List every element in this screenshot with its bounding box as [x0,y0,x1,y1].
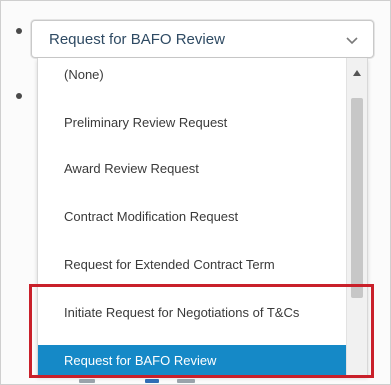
combobox-selected-value: Request for BAFO Review [49,31,225,48]
scrollbar-thumb[interactable] [351,98,363,298]
listbox-scrollbar[interactable] [346,58,367,375]
request-type-listbox: (None) Preliminary Review Request Award … [37,58,368,376]
option-award-review-request[interactable]: Award Review Request [38,154,348,184]
underlying-control-fragment [145,379,159,383]
required-field-indicator [16,28,22,34]
option-request-bafo-review-selected[interactable]: Request for BAFO Review [38,345,348,375]
request-type-combobox[interactable]: Request for BAFO Review [31,20,374,58]
option-initiate-negotiations-tcs[interactable]: Initiate Request for Negotiations of T&C… [38,298,348,328]
required-field-indicator [16,93,22,99]
underlying-control-fragment [79,379,95,383]
option-none[interactable]: (None) [38,64,348,86]
option-preliminary-review-request[interactable]: Preliminary Review Request [38,108,348,138]
scroll-up-arrow-icon[interactable] [353,70,361,76]
form-panel: Request for BAFO Review (None) Prelimina… [0,0,391,385]
underlying-control-fragment [177,379,195,383]
chevron-down-icon[interactable] [345,33,359,47]
option-request-extended-contract-term[interactable]: Request for Extended Contract Term [38,250,348,280]
option-contract-modification-request[interactable]: Contract Modification Request [38,202,348,232]
